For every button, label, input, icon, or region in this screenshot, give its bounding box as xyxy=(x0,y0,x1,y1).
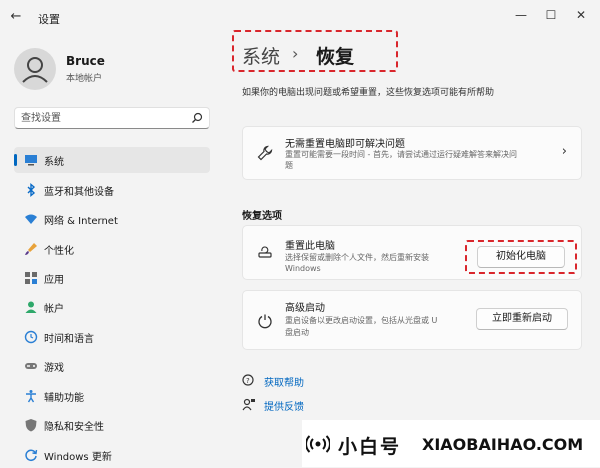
person-icon xyxy=(25,301,37,313)
link-label[interactable]: 提供反馈 xyxy=(264,398,304,413)
sidebar-item-bluetooth[interactable]: 蓝牙和其他设备 xyxy=(14,177,210,203)
sidebar-item-label: 游戏 xyxy=(44,363,64,374)
sidebar-item-system[interactable]: 系统 xyxy=(14,147,210,173)
bluetooth-icon xyxy=(27,183,36,197)
active-indicator xyxy=(14,154,17,166)
breadcrumb-system[interactable]: 系统 xyxy=(242,42,280,69)
sidebar-item-label: 系统 xyxy=(44,157,64,168)
apps-icon xyxy=(25,272,37,284)
back-arrow-icon[interactable]: ← xyxy=(8,9,24,25)
card-description: 重置可能需要一段时间 - 首先，请尝试通过运行疑难解答来解决问 xyxy=(285,150,517,159)
sidebar-item-label: 网络 & Internet xyxy=(44,216,118,227)
sidebar-item-label: 辅助功能 xyxy=(44,393,84,404)
breadcrumb-separator: › xyxy=(292,44,299,63)
close-button[interactable]: ✕ xyxy=(568,5,594,25)
maximize-button[interactable]: ☐ xyxy=(538,5,564,25)
person-silhouette-icon xyxy=(22,57,48,83)
watermark-banner: 小白号 XIAOBAIHAO.COM xyxy=(302,420,600,467)
user-account-type: 本地帐户 xyxy=(66,74,103,84)
card-description: 选择保留或删除个人文件，然后重新安装 xyxy=(285,253,429,262)
sidebar-item-apps[interactable]: 应用 xyxy=(14,265,210,291)
app-title: 设置 xyxy=(38,13,60,26)
sidebar-item-privacy-security[interactable]: 隐私和安全性 xyxy=(14,412,210,438)
card-description-cont: 盘启动 xyxy=(285,328,309,337)
sidebar-item-windows-update[interactable]: Windows 更新 xyxy=(14,442,210,468)
chevron-right-icon: › xyxy=(561,144,567,159)
troubleshoot-card[interactable]: 无需重置电脑即可解决问题 重置可能需要一段时间 - 首先，请尝试通过运行疑难解答… xyxy=(242,126,582,180)
sidebar-item-gaming[interactable]: 游戏 xyxy=(14,353,210,379)
page-description: 如果你的电脑出现问题或希望重置，这些恢复选项可能有所帮助 xyxy=(242,88,495,98)
help-icon: ? xyxy=(242,374,254,386)
watermark-cn: 小白号 xyxy=(338,436,402,458)
sidebar-item-label: 个性化 xyxy=(44,246,74,257)
restart-now-button[interactable]: 立即重新启动 xyxy=(476,308,568,330)
avatar[interactable] xyxy=(14,48,56,90)
sidebar-item-accessibility[interactable]: 辅助功能 xyxy=(14,383,210,409)
sidebar-item-network[interactable]: 网络 & Internet xyxy=(14,206,210,232)
wifi-icon xyxy=(25,214,37,224)
card-description: 重启设备以更改启动设置，包括从光盘或 U xyxy=(285,316,438,325)
link-label[interactable]: 获取帮助 xyxy=(264,374,304,389)
sidebar-item-accounts[interactable]: 帐户 xyxy=(14,294,210,320)
sidebar-item-label: 帐户 xyxy=(44,304,64,315)
monitor-icon xyxy=(25,155,37,166)
card-description-cont: Windows xyxy=(285,264,321,273)
accessibility-icon xyxy=(26,390,36,403)
card-title: 无需重置电脑即可解决问题 xyxy=(285,139,405,150)
minimize-button[interactable]: — xyxy=(508,5,534,25)
shield-icon xyxy=(25,419,37,432)
reset-pc-icon xyxy=(258,246,272,258)
sidebar-item-label: Windows 更新 xyxy=(44,452,112,463)
broadcast-icon xyxy=(306,435,330,453)
watermark-en: XIAOBAIHAO.COM xyxy=(422,435,584,454)
sidebar-item-time-language[interactable]: 时间和语言 xyxy=(14,324,210,350)
wrench-icon xyxy=(257,145,273,161)
advanced-startup-icon xyxy=(258,314,272,329)
reset-pc-button[interactable]: 初始化电脑 xyxy=(477,246,565,268)
title-bar: ← 设置 — ☐ ✕ xyxy=(0,0,600,34)
card-description-cont: 题 xyxy=(285,161,293,170)
recovery-options-heading: 恢复选项 xyxy=(242,211,282,222)
card-title: 重置此电脑 xyxy=(285,241,335,252)
globe-clock-icon xyxy=(24,330,38,344)
sidebar-item-label: 蓝牙和其他设备 xyxy=(44,187,114,198)
sidebar-item-label: 时间和语言 xyxy=(44,334,94,345)
update-icon xyxy=(25,449,38,462)
svg-text:?: ? xyxy=(246,377,250,385)
brush-icon xyxy=(25,243,37,255)
sidebar-item-label: 应用 xyxy=(44,275,64,286)
feedback-icon xyxy=(242,398,255,411)
search-box[interactable] xyxy=(14,107,210,129)
search-input[interactable] xyxy=(21,111,181,125)
search-icon[interactable] xyxy=(191,112,203,124)
sidebar-item-label: 隐私和安全性 xyxy=(44,422,104,433)
sidebar-item-personalization[interactable]: 个性化 xyxy=(14,236,210,262)
page-title: 恢复 xyxy=(316,46,355,68)
card-title: 高级启动 xyxy=(285,303,325,314)
user-name: Bruce xyxy=(66,54,105,68)
gamepad-icon xyxy=(25,363,37,369)
